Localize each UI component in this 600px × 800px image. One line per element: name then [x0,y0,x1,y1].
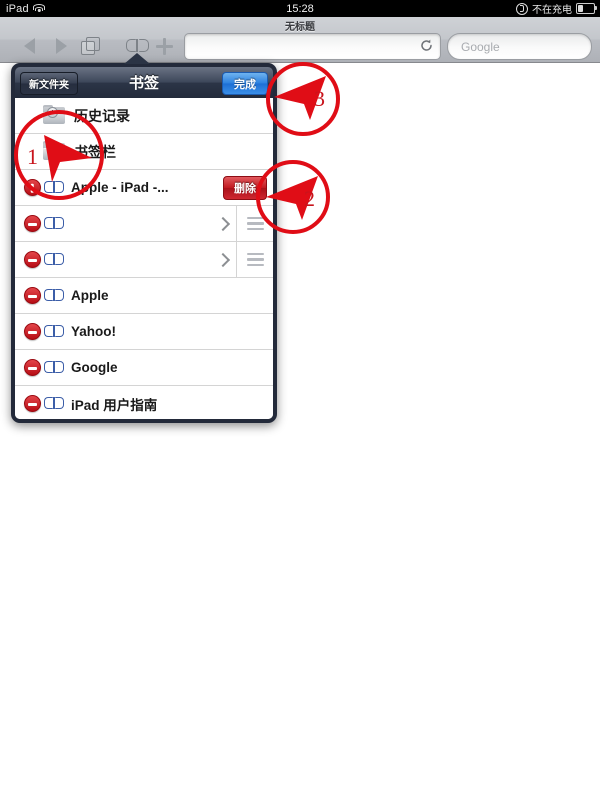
delete-badge-icon[interactable] [24,287,41,304]
pages-icon[interactable] [77,31,105,61]
battery-icon [576,3,597,14]
list-item-label: iPad 用户指南 [71,397,158,413]
chevron-right-icon[interactable] [215,216,231,231]
status-bar: iPad 15:28 不在充电 [0,0,600,17]
bookmark-icon [44,288,64,303]
done-button[interactable]: 完成 [222,72,268,95]
list-item-label: Apple [71,288,109,303]
search-input[interactable]: Google [447,33,592,60]
annotation-marker-2: 2 [256,160,330,234]
annotation-arrow-2 [266,176,318,220]
reorder-handle-icon[interactable] [237,252,273,267]
delete-badge-icon[interactable] [24,359,41,376]
browser-toolbar: 无标题 Google [0,17,600,63]
plus-icon[interactable] [151,31,177,61]
list-item[interactable] [15,242,273,278]
annotation-marker-3: 3 [266,62,340,136]
bookmark-icon [44,396,64,411]
annotation-marker-1: 1 [14,110,104,200]
list-item[interactable]: Google [15,350,273,386]
annotation-number-3: 3 [314,86,325,111]
status-bar-right: 不在充电 [516,1,597,16]
reload-icon[interactable] [420,39,433,52]
delete-badge-icon[interactable] [24,395,41,412]
bookmark-icon [44,216,64,231]
popover-arrow [124,53,150,64]
address-bar[interactable] [184,33,441,60]
popover-header: 新文件夹 书签 完成 [15,67,273,99]
battery-status-label: 不在充电 [532,5,572,16]
back-arrow-icon[interactable] [16,31,42,61]
list-item[interactable]: iPad 用户指南 [15,386,273,419]
status-bar-clock: 15:28 [286,2,314,15]
search-placeholder: Google [461,39,500,54]
bookmark-icon [44,360,64,375]
rotation-lock-icon [516,2,528,15]
annotation-arrow-3 [274,76,326,120]
bookmark-icon [44,324,64,339]
list-item-label: Google [71,360,118,375]
annotation-number-1: 1 [27,144,38,169]
list-item[interactable] [15,206,273,242]
list-item[interactable]: Yahoo! [15,314,273,350]
annotation-number-2: 2 [304,186,315,211]
list-item-label: Yahoo! [71,324,117,339]
forward-arrow-icon[interactable] [48,31,74,61]
delete-badge-icon[interactable] [24,215,41,232]
list-item[interactable]: Apple [15,278,273,314]
chevron-right-icon[interactable] [215,252,231,267]
delete-badge-icon[interactable] [24,251,41,268]
bookmark-icon [44,252,64,267]
delete-badge-icon[interactable] [24,323,41,340]
toolbar-row: Google [0,31,600,62]
